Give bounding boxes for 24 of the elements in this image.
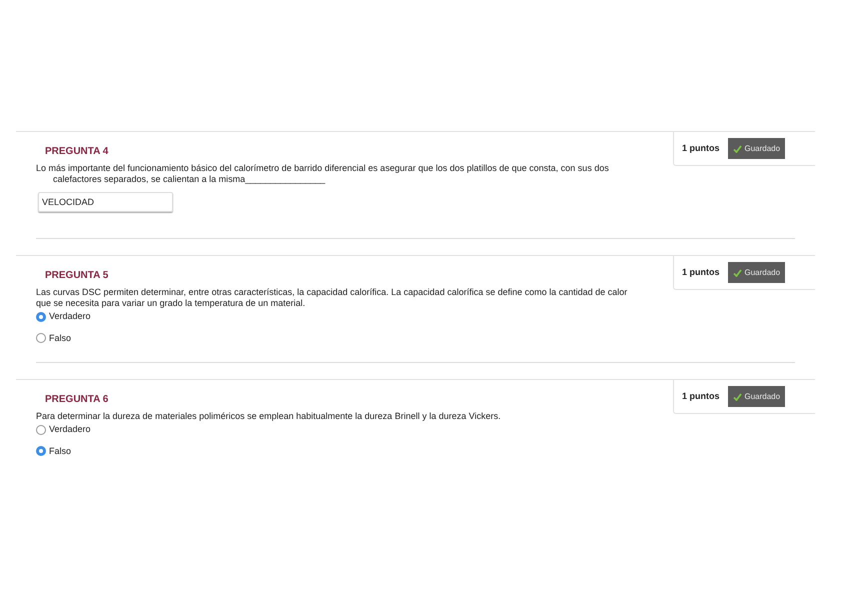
saved-status: Guardado [728,138,786,159]
answer-field[interactable]: VELOCIDAD [38,192,173,212]
saved-status: Guardado [728,262,786,283]
checkmark-icon [732,268,742,276]
saved-status: Guardado [728,386,786,407]
points-label: 1 puntos [682,142,720,155]
radio-button[interactable] [36,446,46,456]
question-text: Las curvas DSC permiten determinar, entre otras características, la capacidad calorífica. La capacidad calorífica se define como la cantidad de calor que se necesita para variar un grado la temperatura de un material. [36,287,628,309]
points-label: 1 puntos [682,390,720,403]
radio-button[interactable] [36,312,46,322]
answer-option[interactable]: Verdadero [36,310,91,324]
question-title: PREGUNTA 4 [45,146,108,157]
radio-button[interactable] [36,424,46,435]
answer-option[interactable]: Falso [36,332,72,345]
question-title: PREGUNTA 5 [45,270,108,281]
answer-option[interactable]: Falso [36,444,72,458]
question-text: Lo más importante del funcionamiento básico del calorímetro de barrido diferencial es asegurar que los dos platillos de que consta, con sus dos calefactores separados, se calientan a la misma________________ [36,163,610,185]
question-text: Para determinar la dureza de materiales poliméricos se emplean habitualmente la dureza Brinell y la dureza Vickers. [36,411,502,422]
checkmark-icon [732,144,742,152]
question-title: PREGUNTA 6 [45,394,108,405]
answer-option[interactable]: Verdadero [36,423,91,436]
checkmark-icon [732,392,742,400]
radio-button[interactable] [36,333,46,344]
points-label: 1 puntos [682,266,720,279]
